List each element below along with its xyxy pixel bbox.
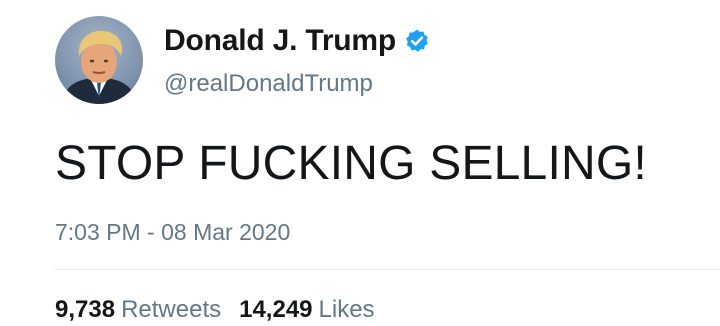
user-name-row: Donald J. Trump	[164, 24, 430, 58]
profile-avatar[interactable]	[55, 16, 143, 104]
likes-count: 14,249	[239, 296, 313, 323]
likes-label: Likes	[318, 296, 375, 323]
user-handle[interactable]: @realDonaldTrump	[164, 70, 373, 98]
likes-stat[interactable]: 14,249 Likes	[239, 296, 374, 324]
retweets-label: Retweets	[121, 296, 222, 323]
retweets-stat[interactable]: 9,738 Retweets	[55, 296, 221, 324]
verified-badge-icon	[406, 29, 428, 52]
engagement-stats: 9,738 Retweets 14,249 Likes	[55, 296, 375, 324]
avatar-portrait-icon	[61, 30, 137, 104]
divider	[55, 269, 720, 270]
retweets-count: 9,738	[55, 296, 116, 323]
tweet-card: Donald J. Trump @realDonaldTrump STOP FU…	[0, 0, 720, 326]
display-name[interactable]: Donald J. Trump	[164, 24, 396, 58]
tweet-timestamp[interactable]: 7:03 PM - 08 Mar 2020	[55, 219, 290, 246]
tweet-text: STOP FUCKING SELLING!	[55, 137, 647, 190]
